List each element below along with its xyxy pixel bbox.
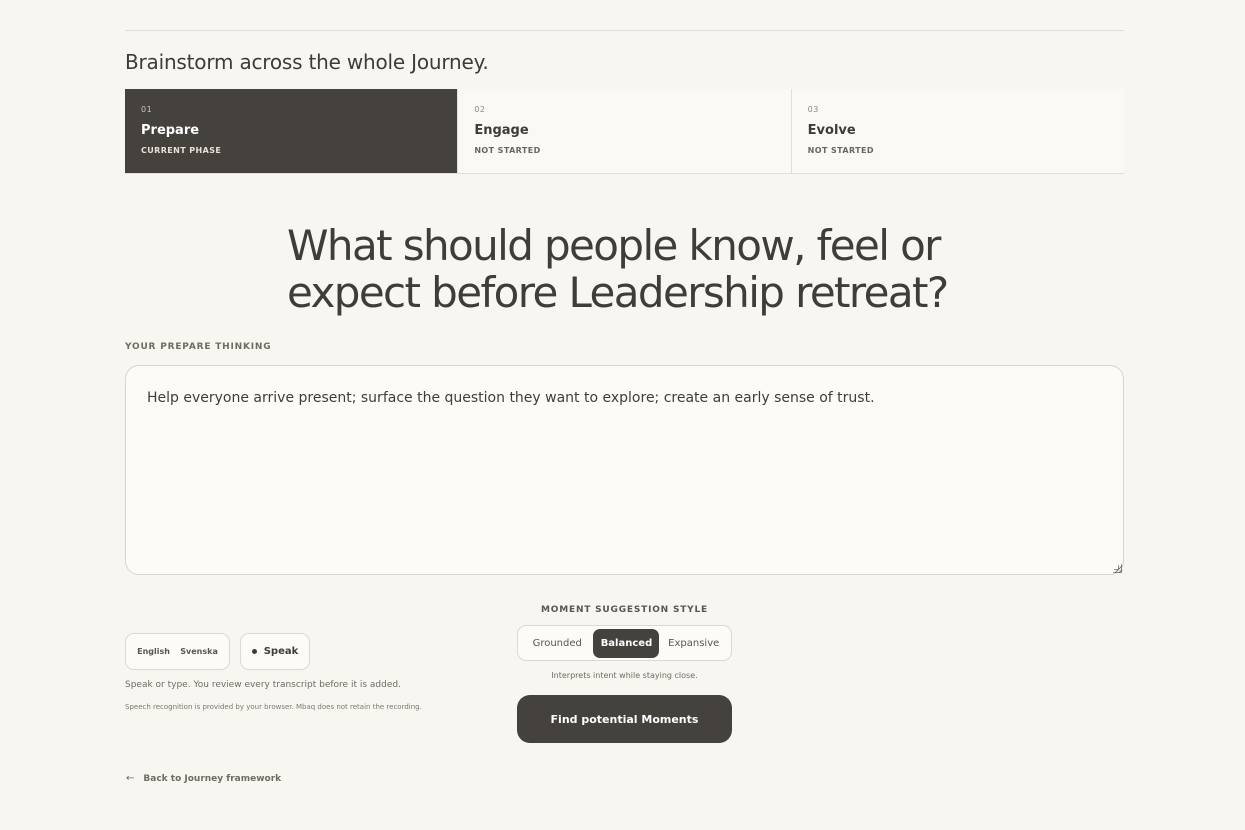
language-svenska-button[interactable]: Svenska <box>180 647 218 656</box>
style-description: Interprets intent while staying close. <box>551 671 698 680</box>
language-toggle: English Svenska <box>125 633 230 670</box>
tab-prepare[interactable]: 01 Prepare CURRENT PHASE <box>125 89 459 173</box>
phase-name: Engage <box>474 123 529 138</box>
speak-label: Speak <box>263 646 299 657</box>
phase-number: 02 <box>474 105 486 114</box>
find-moments-button[interactable]: Find potential Moments <box>517 695 732 743</box>
section-title: Brainstorm across the whole Journey. <box>125 50 489 74</box>
top-divider <box>125 30 1124 31</box>
tab-evolve[interactable]: 03 Evolve NOT STARTED <box>791 89 1124 173</box>
thinking-label: YOUR PREPARE THINKING <box>125 342 272 352</box>
resize-handle-icon[interactable] <box>1113 564 1122 573</box>
style-grounded-button[interactable]: Grounded <box>521 629 593 658</box>
record-dot-icon <box>251 649 257 654</box>
privacy-note: Speech recognition is provided by your b… <box>125 703 422 711</box>
phase-number: 01 <box>141 105 153 114</box>
phase-tabs: 01 Prepare CURRENT PHASE 02 Engage NOT S… <box>125 89 1124 174</box>
thinking-textarea[interactable] <box>125 365 1124 575</box>
page-question: What should people know, feel or expect … <box>287 221 949 317</box>
speak-button[interactable]: Speak <box>240 633 310 670</box>
style-label: MOMENT SUGGESTION STYLE <box>541 605 708 615</box>
phase-name: Prepare <box>141 123 200 138</box>
phase-name: Evolve <box>807 123 856 138</box>
phase-status: NOT STARTED <box>474 146 541 155</box>
style-balanced-button[interactable]: Balanced <box>593 628 660 658</box>
phase-number: 03 <box>807 105 819 114</box>
phase-status: CURRENT PHASE <box>141 146 222 155</box>
back-label: Back to Journey framework <box>143 773 282 784</box>
phase-status: NOT STARTED <box>807 146 874 155</box>
voice-hint: Speak or type. You review every transcri… <box>125 680 401 690</box>
style-segmented-control: Grounded Balanced Expansive <box>517 625 732 661</box>
tab-engage[interactable]: 02 Engage NOT STARTED <box>458 89 792 173</box>
style-expansive-button[interactable]: Expansive <box>659 629 728 658</box>
back-link[interactable]: ← Back to Journey framework <box>126 773 281 784</box>
arrow-left-icon: ← <box>126 773 135 784</box>
language-english-button[interactable]: English <box>137 647 170 656</box>
